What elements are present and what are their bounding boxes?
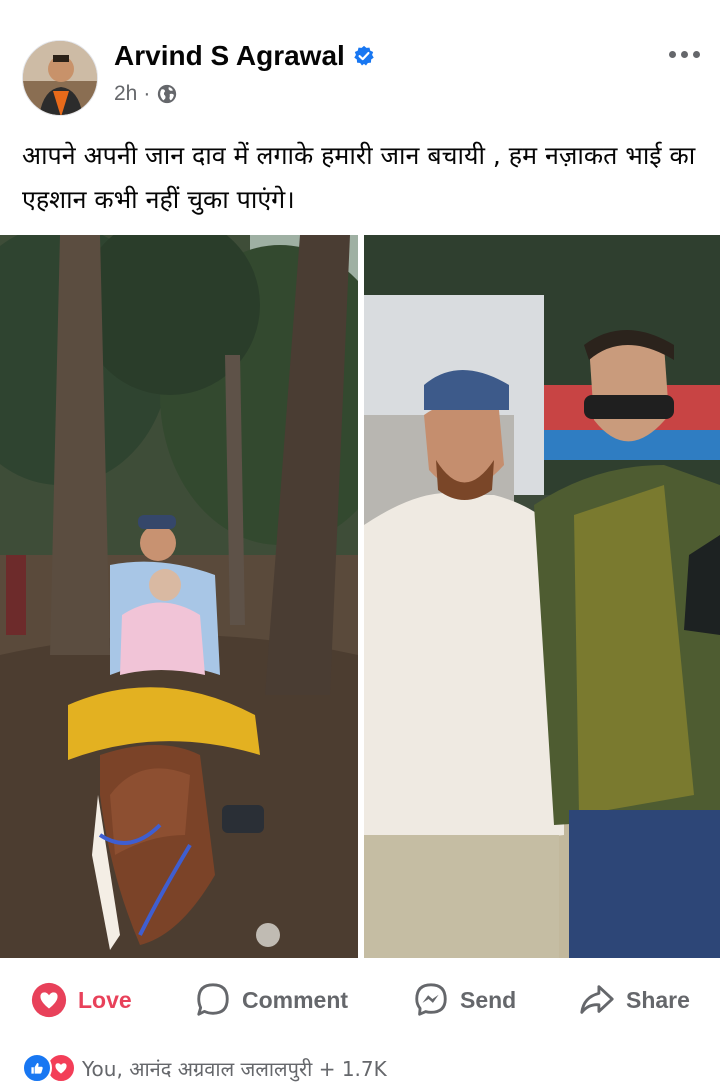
comment-label: Comment [242,986,349,1013]
more-dot [668,50,676,58]
author-avatar[interactable] [22,40,98,116]
more-options-icon[interactable] [664,42,704,66]
photo-two-men[interactable] [364,235,720,958]
more-dot [692,50,700,58]
reaction-icons [22,1053,76,1083]
verified-badge-icon [354,45,374,66]
globe-icon [158,84,177,104]
post-header: Arvind S Agrawal 2h · [0,0,720,125]
like-reaction-icon [22,1053,52,1083]
send-label: Send [460,986,517,1013]
more-dot [680,50,688,58]
reactions-summary[interactable]: You, आनंद अग्रवाल जलालपुरी + 1.7K [22,1048,387,1087]
author-name[interactable]: Arvind S Agrawal [114,40,345,72]
post-photos [0,235,720,958]
messenger-icon [415,983,447,1016]
post-action-bar: Love Comment Send Share [0,970,720,1030]
meta-separator: · [143,82,151,105]
share-label: Share [626,986,690,1013]
comment-bubble-icon [197,983,229,1016]
share-button[interactable]: Share [578,970,690,1030]
post-time[interactable]: 2h [114,82,137,106]
photo-horse-ride[interactable] [0,235,358,958]
share-arrow-icon [580,985,614,1014]
love-label: Love [78,986,132,1013]
post-meta: 2h · [114,82,178,106]
send-button[interactable]: Send [412,970,516,1030]
love-button[interactable]: Love [30,970,132,1030]
post-caption: आपने अपनी जान दाव में लगाके हमारी जान बच… [22,141,696,214]
comment-button[interactable]: Comment [194,970,348,1030]
reactions-text: You, आनंद अग्रवाल जलालपुरी + 1.7K [82,1056,387,1081]
author-name-row: Arvind S Agrawal [114,40,375,72]
heart-icon [31,982,67,1018]
